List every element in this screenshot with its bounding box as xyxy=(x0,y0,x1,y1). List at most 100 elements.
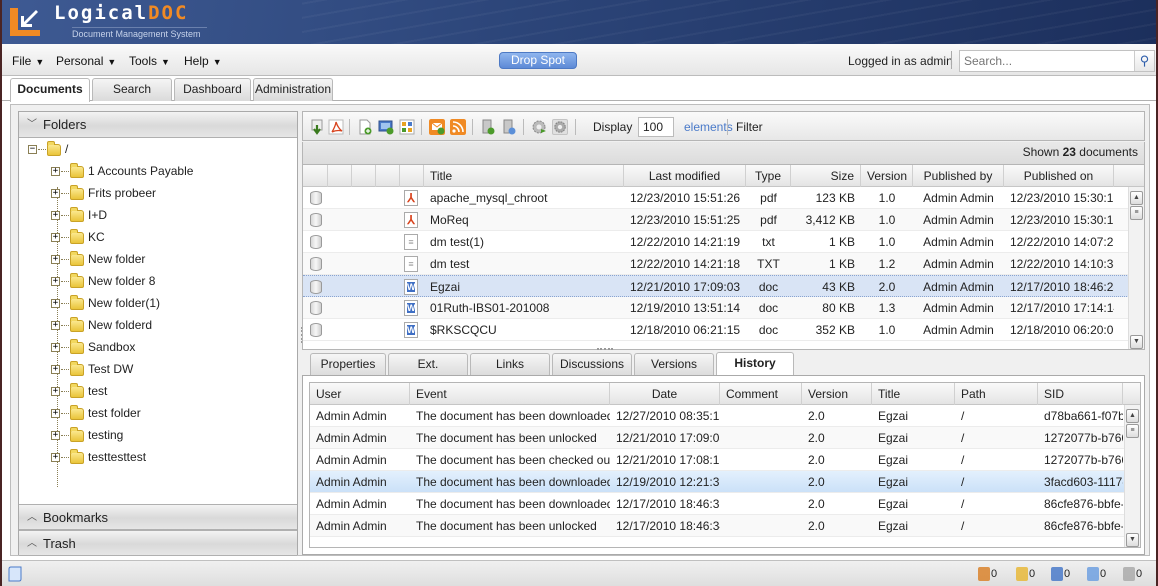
expand-icon[interactable]: + xyxy=(51,167,60,177)
history-row[interactable]: Admin Admin The document has been downloa… xyxy=(310,493,1125,515)
scroll-thumb[interactable]: ≡ xyxy=(1126,424,1139,438)
tree-node-folder[interactable]: +1 Accounts Payable xyxy=(51,161,193,181)
scroll-thumb[interactable]: ≡ xyxy=(1130,206,1143,220)
column-header-date[interactable]: Date xyxy=(610,383,720,405)
tab-administration[interactable]: Administration xyxy=(253,78,333,101)
tab-links[interactable]: Links xyxy=(470,353,550,375)
tree-node-folder[interactable]: + Sandbox xyxy=(51,337,135,357)
column-header-sid[interactable]: SID xyxy=(1038,383,1123,405)
tab-ext-properties[interactable]: Ext. Properties xyxy=(388,353,468,391)
column-header-icon[interactable] xyxy=(400,165,424,187)
drop-spot-button[interactable]: Drop Spot xyxy=(499,52,577,69)
status-clipboard[interactable]: 0 xyxy=(978,567,997,582)
column-header-title[interactable]: Title xyxy=(872,383,955,405)
tree-node-folder[interactable]: + Test DW xyxy=(51,359,133,379)
tree-node-folder[interactable]: + Frits probeer xyxy=(51,183,156,203)
expand-icon[interactable]: + xyxy=(51,233,60,243)
splitter-handle-horizontal[interactable] xyxy=(597,348,613,350)
expand-icon[interactable]: + xyxy=(51,189,60,199)
expand-icon[interactable]: + xyxy=(51,387,60,397)
expand-icon[interactable]: + xyxy=(51,365,60,375)
column-header-last-modified[interactable]: Last modified xyxy=(624,165,746,187)
menu-tools[interactable]: Tools ▼ xyxy=(129,54,170,68)
log-scroll-icon[interactable] xyxy=(8,566,22,582)
tree-node-folder[interactable]: + test folder xyxy=(51,403,141,423)
tree-node-folder[interactable]: + New folder 8 xyxy=(51,271,155,291)
document-row[interactable]: ⅄ MoReq 12/23/2010 15:51:25 pdf 3,412 KB 1.0 A… xyxy=(303,209,1129,231)
display-count-input[interactable]: 100 xyxy=(638,117,674,137)
expand-icon[interactable]: + xyxy=(51,255,60,265)
status-checked-out[interactable]: 0 xyxy=(1051,567,1070,582)
trash-section-header[interactable]: ︿ Trash xyxy=(19,530,297,556)
column-header-published-on[interactable]: Published on xyxy=(1004,165,1114,187)
email-subscribe-icon[interactable] xyxy=(429,119,445,135)
column-header-lock[interactable] xyxy=(303,165,328,187)
download-icon[interactable] xyxy=(309,119,325,135)
scan-add-icon[interactable] xyxy=(378,119,394,135)
tree-node-root[interactable]: − / xyxy=(28,139,68,159)
column-header-event[interactable]: Event xyxy=(410,383,610,405)
tree-node-folder[interactable]: + KC xyxy=(51,227,105,247)
expand-icon[interactable]: + xyxy=(51,321,60,331)
status-messages[interactable]: 0 xyxy=(1087,567,1106,582)
menu-help[interactable]: Help ▼ xyxy=(184,54,222,68)
scroll-down-icon[interactable]: ▼ xyxy=(1126,533,1139,547)
documents-scrollbar[interactable]: ▲ ≡ ▼ xyxy=(1128,187,1144,349)
column-header-comment[interactable]: Comment xyxy=(720,383,802,405)
tree-node-folder[interactable]: + test xyxy=(51,381,107,401)
expand-icon[interactable]: + xyxy=(51,431,60,441)
tab-history[interactable]: History xyxy=(716,352,794,375)
column-header-published-by[interactable]: Published by xyxy=(913,165,1004,187)
archive-add-icon[interactable] xyxy=(501,119,517,135)
expand-icon[interactable]: + xyxy=(51,277,60,287)
scroll-up-icon[interactable]: ▲ xyxy=(1126,409,1139,423)
tree-node-folder[interactable]: + testtesttest xyxy=(51,447,146,467)
folders-section-header[interactable]: ﹀ Folders xyxy=(19,112,297,138)
menu-personal[interactable]: Personal ▼ xyxy=(56,54,116,68)
expand-icon[interactable]: + xyxy=(51,409,60,419)
column-header-version[interactable]: Version xyxy=(861,165,913,187)
document-row[interactable]: W Egzai 12/21/2010 17:09:03 doc 43 KB 2.0 Admi… xyxy=(303,275,1129,297)
bookmarks-section-header[interactable]: ︿ Bookmarks xyxy=(19,504,297,530)
tab-documents[interactable]: Documents xyxy=(10,78,90,102)
history-row[interactable]: Admin Admin The document has been unlocke… xyxy=(310,515,1125,537)
rss-subscribe-icon[interactable] xyxy=(450,119,466,135)
history-row[interactable]: Admin Admin The document has been downloa… xyxy=(310,471,1125,493)
document-row[interactable]: W 01Ruth-IBS01-201008 12/19/2010 13:51:14 d… xyxy=(303,297,1129,319)
search-icon[interactable]: ⚲ xyxy=(1134,51,1154,71)
status-workflow-tasks[interactable]: 0 xyxy=(1123,567,1142,582)
tab-discussions[interactable]: Discussions xyxy=(552,353,632,375)
collapse-icon[interactable]: − xyxy=(28,145,37,155)
filter-button[interactable]: Filter xyxy=(736,120,763,134)
column-header-signed[interactable] xyxy=(352,165,376,187)
menu-file[interactable]: File ▼ xyxy=(12,54,44,68)
tab-dashboard[interactable]: Dashboard xyxy=(174,78,251,101)
expand-icon[interactable]: + xyxy=(51,453,60,463)
column-header-size[interactable]: Size xyxy=(791,165,861,187)
column-header-title[interactable]: Title xyxy=(424,165,624,187)
expand-icon[interactable]: + xyxy=(51,299,60,309)
history-scrollbar[interactable]: ▲ ≡ ▼ xyxy=(1124,405,1140,547)
bulk-add-icon[interactable] xyxy=(399,119,415,135)
status-locked-document[interactable]: 0 xyxy=(1016,567,1035,582)
add-document-icon[interactable] xyxy=(357,119,373,135)
tree-node-folder[interactable]: + I+D xyxy=(51,205,107,225)
tree-node-folder[interactable]: + New folder xyxy=(51,249,145,269)
column-header-immutable[interactable] xyxy=(328,165,352,187)
column-header-user[interactable]: User xyxy=(310,383,410,405)
document-row[interactable]: W $RKSCQCU 12/18/2010 06:21:15 doc 352 KB 1.0… xyxy=(303,319,1129,341)
search-input[interactable] xyxy=(960,51,1130,71)
expand-icon[interactable]: + xyxy=(51,211,60,221)
tree-node-folder[interactable]: + New folderd xyxy=(51,315,152,335)
history-row[interactable]: Admin Admin The document has been checked… xyxy=(310,449,1125,471)
tree-node-folder[interactable]: + New folder(1) xyxy=(51,293,160,313)
column-header-type[interactable]: Type xyxy=(746,165,791,187)
history-row[interactable]: Admin Admin The document has been downloa… xyxy=(310,405,1125,427)
history-row[interactable]: Admin Admin The document has been unlocke… xyxy=(310,427,1125,449)
workflow-icon[interactable] xyxy=(531,119,547,135)
column-header-indexed[interactable] xyxy=(376,165,400,187)
pdf-export-icon[interactable] xyxy=(328,119,344,135)
scroll-up-icon[interactable]: ▲ xyxy=(1130,191,1143,205)
document-row[interactable]: ≡ dm test(1) 12/22/2010 14:21:19 txt 1 KB 1.0… xyxy=(303,231,1129,253)
column-header-version[interactable]: Version xyxy=(802,383,872,405)
